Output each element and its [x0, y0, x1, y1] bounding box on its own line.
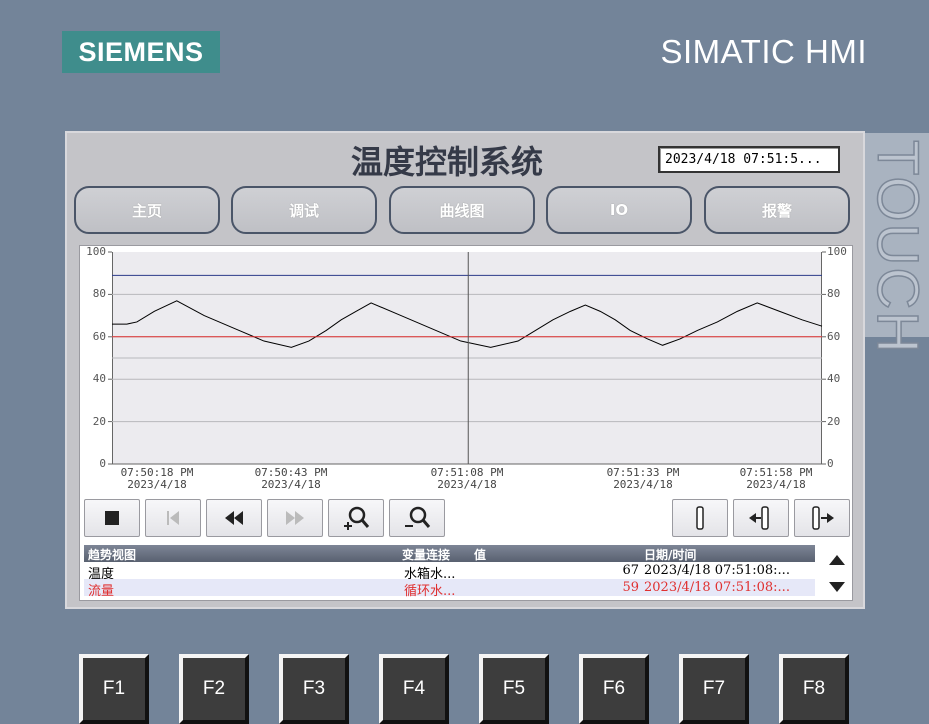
f2-key[interactable]: F2	[179, 654, 249, 724]
zoom-out-button[interactable]	[389, 499, 445, 537]
x-tick-date: 2023/4/18	[613, 478, 673, 491]
x-tick-label: 07:51:08 PM 2023/4/18	[422, 467, 512, 491]
y-tick-label-left: 20	[92, 414, 106, 428]
header-trend[interactable]: 趋势视图	[88, 546, 136, 563]
nav-debug-button[interactable]: 调试	[231, 186, 377, 234]
hmi-screen: 温度控制系统 2023/4/18 07:51:5... 主页 调试 曲线图 IO…	[65, 131, 865, 609]
nav-io-button[interactable]: IO	[546, 186, 692, 234]
rewind-icon	[225, 511, 243, 525]
cell-datetime: 2023/4/18 07:51:08:...	[644, 580, 790, 595]
zoom-out-icon	[405, 506, 431, 528]
y-tick-label-right: 80	[827, 287, 841, 301]
y-tick-label-left: 0	[99, 457, 106, 470]
stop-button[interactable]	[84, 499, 140, 537]
ruler-forward-icon	[812, 506, 834, 530]
x-tick-label: 07:50:43 PM 2023/4/18	[246, 467, 336, 491]
header-datetime[interactable]: 日期/时间	[644, 546, 696, 563]
cell-value: 59	[622, 580, 639, 595]
scroll-up-button[interactable]	[824, 547, 850, 573]
ruler-back-icon	[749, 506, 769, 530]
ruler-icon	[696, 506, 704, 530]
first-button[interactable]	[145, 499, 201, 537]
rewind-button[interactable]	[206, 499, 262, 537]
cell-trend: 流量	[88, 584, 115, 599]
x-tick-date: 2023/4/18	[261, 478, 321, 491]
triangle-up-icon	[829, 555, 845, 565]
x-tick-label: 07:51:58 PM 2023/4/18	[731, 467, 821, 491]
trend-view: 100 80 60 40 20 0 100 80 60 40 20 0 07:50:18 PM 2023…	[79, 245, 853, 601]
y-tick-label-left: 80	[92, 287, 106, 301]
y-tick-label-right: 100	[827, 245, 847, 258]
zoom-in-icon	[344, 506, 370, 530]
ruler-back-button[interactable]	[733, 499, 789, 537]
y-tick-label-right: 20	[827, 414, 841, 428]
touch-label: TOUCH	[864, 139, 929, 356]
x-tick-date: 2023/4/18	[437, 478, 497, 491]
product-title: SIMATIC HMI	[660, 33, 867, 70]
zoom-in-button[interactable]	[328, 499, 384, 537]
y-tick-label-left: 100	[86, 245, 106, 258]
y-tick-label-right: 60	[827, 329, 841, 343]
f4-key[interactable]: F4	[379, 654, 449, 724]
nav-curve-button[interactable]: 曲线图	[389, 186, 535, 234]
cell-datetime: 2023/4/18 07:51:08:...	[644, 563, 790, 578]
ruler-forward-button[interactable]	[794, 499, 850, 537]
trend-table: 趋势视图 变量连接 值 日期/时间 温度 水箱水... 67 2023/4/18…	[84, 545, 815, 599]
nav-home-button[interactable]: 主页	[74, 186, 220, 234]
trend-chart[interactable]	[80, 246, 854, 496]
header-value[interactable]: 值	[474, 546, 486, 563]
header-tag[interactable]: 变量连接	[402, 546, 450, 563]
table-row[interactable]: 流量 循环水... 59 2023/4/18 07:51:08:...	[84, 579, 815, 599]
forward-icon	[286, 511, 304, 525]
y-tick-label-left: 40	[92, 372, 106, 386]
table-row[interactable]: 温度 水箱水... 67 2023/4/18 07:51:08:...	[84, 562, 815, 582]
first-icon	[167, 511, 179, 525]
x-tick-label: 07:50:18 PM 2023/4/18	[112, 467, 202, 491]
f8-key[interactable]: F8	[779, 654, 849, 724]
datetime-display: 2023/4/18 07:51:5...	[658, 146, 840, 173]
y-tick-label-left: 60	[92, 329, 106, 343]
cell-tag: 循环水...	[404, 584, 456, 599]
x-tick-date: 2023/4/18	[127, 478, 187, 491]
triangle-down-icon	[829, 582, 845, 592]
stop-icon	[105, 511, 119, 525]
scroll-down-button[interactable]	[824, 574, 850, 600]
cell-value: 67	[622, 563, 639, 578]
x-tick-label: 07:51:33 PM 2023/4/18	[598, 467, 688, 491]
f3-key[interactable]: F3	[279, 654, 349, 724]
f5-key[interactable]: F5	[479, 654, 549, 724]
nav-alarm-button[interactable]: 报警	[704, 186, 850, 234]
f1-key[interactable]: F1	[79, 654, 149, 724]
siemens-logo: SIEMENS	[62, 31, 220, 73]
ruler-button[interactable]	[672, 499, 728, 537]
forward-button[interactable]	[267, 499, 323, 537]
f6-key[interactable]: F6	[579, 654, 649, 724]
table-header: 趋势视图 变量连接 值 日期/时间	[84, 545, 815, 562]
series-line-0	[112, 300, 823, 348]
y-tick-label-right: 40	[827, 372, 841, 386]
x-tick-date: 2023/4/18	[746, 478, 806, 491]
y-tick-label-right: 0	[827, 457, 834, 470]
f7-key[interactable]: F7	[679, 654, 749, 724]
